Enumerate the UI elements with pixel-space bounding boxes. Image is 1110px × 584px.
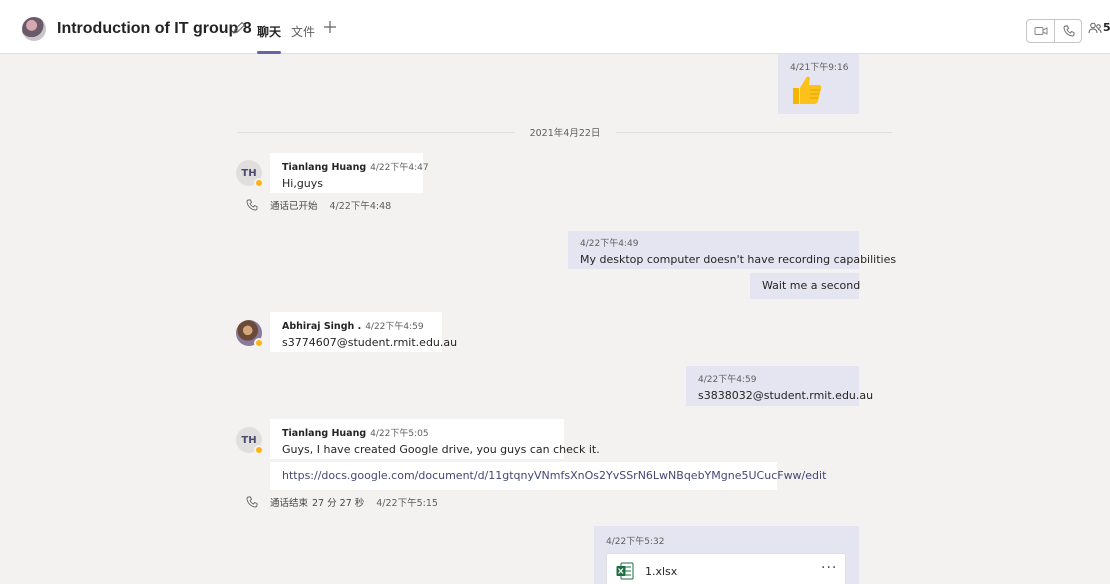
google-docs-link[interactable]: https://docs.google.com/document/d/11gtq… <box>282 469 826 482</box>
avatar[interactable]: TH <box>236 427 264 455</box>
message-bubble[interactable]: Tianlang Huang 4/22下午5:05 Guys, I have cr… <box>270 419 600 459</box>
message-text: Wait me a second <box>762 279 861 292</box>
message-bubble[interactable]: Tianlang Huang 4/22下午4:47 Hi,guys <box>270 153 429 193</box>
call-duration: 27 分 27 秒 <box>312 498 365 509</box>
message-timestamp: 4/22下午5:32 <box>606 537 665 547</box>
presence-away-badge <box>254 178 264 188</box>
chat-title[interactable]: Introduction of IT group 8 <box>57 20 252 38</box>
sender-name: Tianlang Huang <box>282 162 367 173</box>
presence-away-badge <box>254 445 264 455</box>
avatar-initials: TH <box>241 167 257 179</box>
message-bubble-self[interactable]: 4/21下午9:16 <box>778 54 859 114</box>
thumbs-up-icon <box>793 76 822 104</box>
call-event-label: 通话结束 <box>270 498 309 509</box>
call-ended-event: 通话结束 27 分 27 秒 4/22下午5:15 <box>246 495 438 509</box>
message-timestamp: 4/22下午4:59 <box>365 322 424 332</box>
message-bubble-self[interactable]: Wait me a second <box>750 273 861 299</box>
message-text: Hi,guys <box>282 177 324 190</box>
audio-call-button[interactable] <box>1055 20 1083 42</box>
file-attachment[interactable]: 1.xlsx ··· <box>606 553 846 584</box>
more-options-button[interactable]: ··· <box>821 560 837 576</box>
message-timestamp: 4/22下午4:49 <box>580 239 639 249</box>
call-event-label: 通话已开始 <box>270 201 318 212</box>
tab-files[interactable]: 文件 <box>291 23 315 40</box>
tab-chat[interactable]: 聊天 <box>257 23 281 40</box>
message-timestamp: 4/22下午4:59 <box>698 375 757 385</box>
sender-name: Abhiraj Singh . <box>282 321 362 332</box>
avatar[interactable] <box>236 320 264 348</box>
pencil-icon[interactable] <box>232 21 246 35</box>
call-event-time: 4/22下午5:15 <box>376 498 438 509</box>
message-text: s3774607@student.rmit.edu.au <box>282 336 458 349</box>
message-bubble-self[interactable]: 4/22下午4:49 My desktop computer doesn't h… <box>568 231 897 269</box>
message-timestamp: 4/22下午5:05 <box>370 429 429 439</box>
avatar-initials: TH <box>241 434 257 446</box>
phone-icon <box>246 496 258 508</box>
date-label: 2021年4月22日 <box>529 128 601 139</box>
phone-icon <box>1063 25 1075 37</box>
date-divider: 2021年4月22日 <box>238 124 892 140</box>
participant-count: 5 <box>1103 21 1110 34</box>
message-text: My desktop computer doesn't have recordi… <box>580 253 897 266</box>
phone-icon <box>246 199 258 211</box>
group-avatar[interactable] <box>22 17 46 41</box>
message-bubble[interactable]: Abhiraj Singh . 4/22下午4:59 s3774607@stude… <box>270 312 458 352</box>
sender-name: Tianlang Huang <box>282 428 367 439</box>
people-icon <box>1088 22 1102 33</box>
active-tab-indicator <box>257 51 281 54</box>
video-call-button[interactable] <box>1027 20 1055 42</box>
message-bubble: https://docs.google.com/document/d/11gtq… <box>270 462 826 490</box>
call-button-group <box>1026 19 1082 43</box>
call-event-time: 4/22下午4:48 <box>329 201 392 212</box>
chat-header: Introduction of IT group 8 聊天 文件 5 <box>0 0 1110 54</box>
message-text: s3838032@student.rmit.edu.au <box>698 389 874 402</box>
participants-button[interactable]: 5 <box>1088 21 1110 34</box>
message-timestamp: 4/22下午4:47 <box>370 163 429 173</box>
avatar[interactable]: TH <box>236 160 264 188</box>
presence-away-badge <box>254 338 264 348</box>
add-tab-icon[interactable] <box>323 20 337 34</box>
message-text: Guys, I have created Google drive, you g… <box>282 443 600 456</box>
excel-file-icon <box>616 562 634 580</box>
call-started-event: 通话已开始 4/22下午4:48 <box>246 198 391 212</box>
file-name: 1.xlsx <box>645 565 678 578</box>
message-bubble-self[interactable]: 4/22下午4:59 s3838032@student.rmit.edu.au <box>686 366 874 406</box>
video-camera-icon <box>1034 27 1047 35</box>
